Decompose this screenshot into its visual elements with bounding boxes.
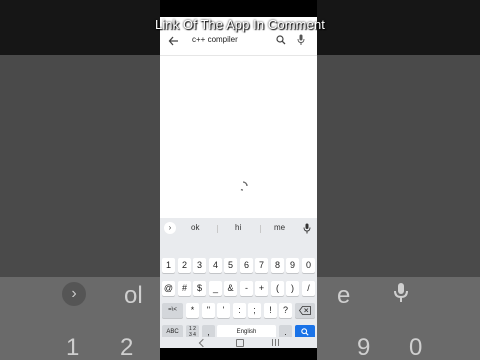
bg-key-1: 1 bbox=[66, 334, 80, 360]
nav-recents-icon[interactable] bbox=[272, 339, 273, 346]
key-exclamation[interactable]: ! bbox=[264, 303, 277, 318]
suggestion-divider bbox=[217, 225, 218, 233]
search-input[interactable]: c++ compiler bbox=[192, 35, 238, 44]
navigation-bar bbox=[160, 337, 317, 348]
suggestion-me[interactable]: me bbox=[274, 223, 285, 232]
key-dollar[interactable]: $ bbox=[193, 281, 206, 296]
search-bar[interactable]: c++ compiler bbox=[160, 29, 317, 56]
key-asterisk[interactable]: * bbox=[186, 303, 199, 318]
search-icon[interactable] bbox=[276, 35, 286, 45]
key-2[interactable]: 2 bbox=[178, 258, 191, 273]
key-1[interactable]: 1 bbox=[162, 258, 175, 273]
suggestion-hi[interactable]: hi bbox=[235, 223, 241, 232]
video-caption: Link Of The App In Comment bbox=[154, 17, 325, 32]
backspace-icon bbox=[299, 306, 311, 315]
back-arrow-icon[interactable] bbox=[168, 34, 180, 48]
key-question[interactable]: ? bbox=[279, 303, 292, 318]
key-close-paren[interactable]: ) bbox=[286, 281, 299, 296]
keyboard-mic-icon[interactable] bbox=[303, 223, 311, 234]
suggestion-strip: › ok hi me bbox=[160, 220, 317, 237]
key-ampersand[interactable]: & bbox=[224, 281, 237, 296]
bg-word-right: e bbox=[337, 282, 351, 309]
key-7[interactable]: 7 bbox=[255, 258, 268, 273]
key-3[interactable]: 3 bbox=[193, 258, 206, 273]
key-hash[interactable]: # bbox=[178, 281, 191, 296]
bg-chevron-icon: › bbox=[62, 282, 86, 306]
key-8[interactable]: 8 bbox=[271, 258, 284, 273]
mic-icon[interactable] bbox=[297, 34, 305, 46]
blurred-background-left: › ol 1 2 bbox=[0, 0, 160, 360]
bg-mic-icon bbox=[394, 283, 408, 302]
loading-spinner-icon bbox=[240, 181, 248, 191]
phone-screen: c++ compiler › ok hi me 1 2 3 4 5 6 7 8 … bbox=[160, 17, 317, 348]
bg-word: ol bbox=[124, 282, 143, 309]
key-single-quote[interactable]: ' bbox=[217, 303, 230, 318]
key-open-paren[interactable]: ( bbox=[271, 281, 284, 296]
key-plus[interactable]: + bbox=[255, 281, 268, 296]
key-9[interactable]: 9 bbox=[286, 258, 299, 273]
keyboard: › ok hi me 1 2 3 4 5 6 7 8 9 0 @ # $ _ &… bbox=[160, 218, 317, 348]
bg-key-0: 0 bbox=[409, 334, 423, 360]
suggestion-ok[interactable]: ok bbox=[191, 223, 199, 232]
nav-back-icon[interactable] bbox=[198, 338, 208, 348]
nav-home-icon[interactable] bbox=[236, 339, 244, 347]
key-4[interactable]: 4 bbox=[209, 258, 222, 273]
bg-key-2: 2 bbox=[120, 334, 134, 360]
key-more-symbols[interactable]: =\< bbox=[162, 303, 183, 318]
key-slash[interactable]: / bbox=[302, 281, 315, 296]
key-colon[interactable]: : bbox=[233, 303, 246, 318]
key-0[interactable]: 0 bbox=[302, 258, 315, 273]
bg-key-9: 9 bbox=[357, 334, 371, 360]
key-minus[interactable]: - bbox=[240, 281, 253, 296]
search-icon bbox=[301, 328, 309, 336]
key-5[interactable]: 5 bbox=[224, 258, 237, 273]
key-underscore[interactable]: _ bbox=[209, 281, 222, 296]
suggestion-divider bbox=[260, 225, 261, 233]
key-double-quote[interactable]: " bbox=[202, 303, 215, 318]
key-semicolon[interactable]: ; bbox=[248, 303, 261, 318]
backspace-key[interactable] bbox=[295, 303, 315, 318]
blurred-background-right: e 9 0 bbox=[317, 0, 480, 360]
suggestion-expand-icon[interactable]: › bbox=[164, 222, 176, 234]
key-at[interactable]: @ bbox=[162, 281, 175, 296]
key-6[interactable]: 6 bbox=[240, 258, 253, 273]
